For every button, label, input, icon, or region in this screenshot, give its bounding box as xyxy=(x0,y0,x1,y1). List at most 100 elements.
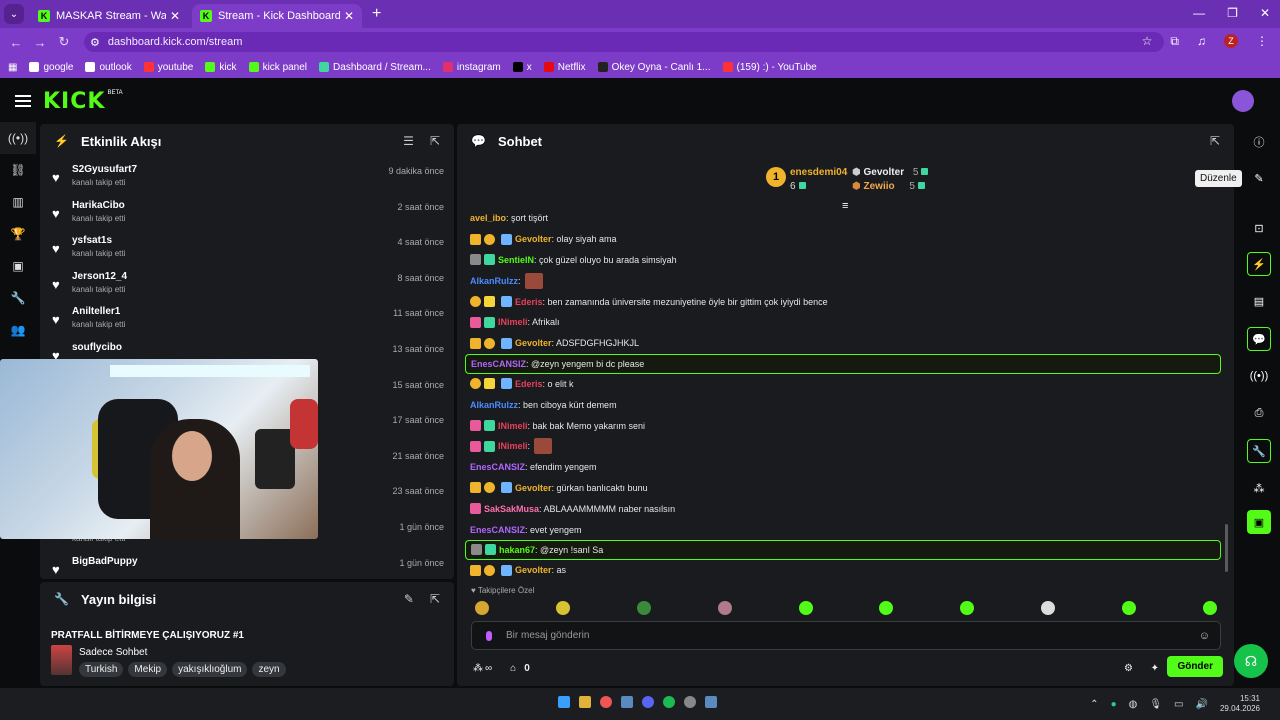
support-icon[interactable]: ☊ xyxy=(1234,644,1268,678)
bookmark-dashboard[interactable]: Dashboard / Stream... xyxy=(319,62,431,73)
chat-username[interactable]: Gevolter xyxy=(515,565,552,575)
follower-name[interactable]: Anilteller1 xyxy=(72,306,120,317)
emote-button[interactable] xyxy=(960,601,975,615)
minimize-icon[interactable]: — xyxy=(1193,6,1205,20)
gift-badge-icon[interactable] xyxy=(501,482,512,494)
chat-username[interactable]: EnesCANSIZ xyxy=(470,462,525,472)
settings-icon[interactable]: ⚙ xyxy=(1124,663,1133,674)
analytics-icon[interactable]: ▥ xyxy=(0,186,36,218)
chat-username[interactable]: INimeli xyxy=(498,441,528,451)
chat-username[interactable]: avel_ibo xyxy=(470,213,506,223)
emote-button[interactable] xyxy=(636,601,651,615)
emoji-icon[interactable]: ☺ xyxy=(1199,630,1210,642)
close-icon[interactable]: ✕ xyxy=(170,9,180,23)
stream-icon[interactable]: ((•)) xyxy=(0,122,36,154)
emote-button[interactable] xyxy=(1122,601,1136,615)
mic-icon[interactable] xyxy=(486,630,492,641)
edit-icon[interactable]: ✎ xyxy=(404,592,414,606)
activity-item[interactable]: ♥ Jerson12_4 kanalı takip etti 8 saat önce xyxy=(40,265,454,301)
clock[interactable]: 15:31 29.04.2026 xyxy=(1220,694,1260,714)
gift-settings-icon[interactable]: ✦ xyxy=(1151,663,1159,674)
crown-badge-icon[interactable] xyxy=(470,337,481,349)
url-field[interactable]: ⚙ dashboard.kick.com/stream xyxy=(84,32,1164,52)
cat-badge-icon[interactable] xyxy=(471,544,482,556)
grn-badge-icon[interactable] xyxy=(484,440,495,452)
browser-tab-2[interactable]: K Stream - Kick Dashboard ✕ xyxy=(192,4,362,28)
volume-icon[interactable]: 🔊 xyxy=(1196,699,1208,710)
follower-name[interactable]: Jerson12_4 xyxy=(72,271,127,282)
new-tab-button[interactable]: + xyxy=(372,5,381,23)
apps-icon[interactable]: ▦ xyxy=(8,62,17,73)
yel-badge-icon[interactable] xyxy=(484,378,495,390)
bookmark-kick[interactable]: kick xyxy=(205,62,237,73)
video-icon[interactable]: ▣ xyxy=(0,250,36,282)
restore-icon[interactable]: ❐ xyxy=(1227,6,1238,20)
print-icon[interactable]: ⎙ xyxy=(1247,401,1271,425)
send-button[interactable]: Gönder xyxy=(1167,656,1223,677)
user-avatar[interactable] xyxy=(1232,90,1254,112)
one-badge-icon[interactable] xyxy=(484,564,495,576)
one-badge-icon[interactable] xyxy=(470,296,481,308)
chrome-icon[interactable] xyxy=(600,696,612,708)
chat-username[interactable]: Gevolter xyxy=(515,234,552,244)
steam-icon[interactable] xyxy=(621,696,633,708)
info-icon[interactable]: ⓘ xyxy=(1247,130,1271,154)
broadcast-icon[interactable]: ((•)) xyxy=(1247,364,1271,388)
close-window-icon[interactable]: ✕ xyxy=(1260,6,1270,20)
store-icon[interactable]: ⌂ xyxy=(510,663,516,674)
network-icon[interactable]: ▭ xyxy=(1174,699,1183,710)
tray-app-icon[interactable]: ● xyxy=(1111,699,1117,710)
gift-badge-icon[interactable] xyxy=(501,296,512,308)
grn-badge-icon[interactable] xyxy=(484,420,495,432)
close-icon[interactable]: ✕ xyxy=(344,9,354,23)
crown-badge-icon[interactable] xyxy=(470,482,481,494)
emote-button[interactable] xyxy=(879,601,894,615)
crown-badge-icon[interactable] xyxy=(470,233,481,245)
top-gifter-3[interactable]: ⬢ Zewiio 5 xyxy=(852,180,928,194)
chat-username[interactable]: AlkanRulzz xyxy=(470,276,518,286)
back-icon[interactable]: ← xyxy=(4,35,28,50)
popout-icon[interactable]: ⇱ xyxy=(430,592,440,606)
gift-badge-icon[interactable] xyxy=(501,233,512,245)
profile-avatar[interactable]: Z xyxy=(1224,34,1238,48)
activity-item[interactable]: ♥ ysfsat1s kanalı takip etti 4 saat önce xyxy=(40,229,454,265)
tray-app-icon[interactable]: ◍ xyxy=(1129,699,1138,710)
activity-item[interactable]: ♥ S2Gyusufart7 kanalı takip etti 9 dakika ö… xyxy=(40,158,454,194)
file-explorer-icon[interactable] xyxy=(579,696,591,708)
reload-icon[interactable]: ↻ xyxy=(52,34,76,50)
chat-username[interactable]: INimeli xyxy=(498,317,528,327)
edit-icon[interactable]: ✎ xyxy=(1247,166,1271,190)
cat-badge-icon[interactable] xyxy=(470,254,481,266)
bookmark-youtube-2[interactable]: (159) :) - YouTube xyxy=(722,62,817,73)
bookmark-x[interactable]: x xyxy=(512,62,532,73)
chat-username[interactable]: INimeli xyxy=(498,421,528,431)
channel-points-icon[interactable]: ⁂ xyxy=(473,663,483,674)
link-icon[interactable]: ⛓ xyxy=(0,154,36,186)
bookmark-google[interactable]: google xyxy=(29,62,73,73)
pink-badge-icon[interactable] xyxy=(470,316,481,328)
media-icon[interactable]: ♫ xyxy=(1197,34,1206,49)
follower-name[interactable]: HarikaCibo xyxy=(72,200,125,211)
wrench-icon[interactable]: 🔧 xyxy=(0,282,36,314)
emote-button[interactable] xyxy=(798,601,813,615)
chat-username[interactable]: Gevolter xyxy=(515,338,552,348)
gift-badge-icon[interactable] xyxy=(501,337,512,349)
bookmark-netflix[interactable]: Netflix xyxy=(543,62,586,73)
chat-message-input[interactable]: Bir mesaj gönderin ☺ xyxy=(471,621,1221,650)
activity-item[interactable]: ♥ HarikaCibo kanalı takip etti 2 saat önce xyxy=(40,194,454,230)
pink-badge-icon[interactable] xyxy=(470,503,481,515)
community-icon[interactable]: ⁂ xyxy=(1247,476,1271,500)
chat-username[interactable]: EnesCANSIZ xyxy=(470,525,525,535)
bookmark-youtube[interactable]: youtube xyxy=(143,62,193,73)
capture-icon[interactable]: ⊡ xyxy=(1247,216,1271,240)
emote-button[interactable] xyxy=(1202,601,1217,615)
one-badge-icon[interactable] xyxy=(484,233,495,245)
follower-name[interactable]: souflycibo xyxy=(72,342,122,353)
discord-icon[interactable] xyxy=(642,696,654,708)
chat-username[interactable]: EnesCANSIZ xyxy=(471,359,526,369)
follower-name[interactable]: S2Gyusufart7 xyxy=(72,164,137,175)
top-gifter-2[interactable]: ⬢ Gevolter 5 xyxy=(852,166,929,180)
chat-username[interactable]: hakan67 xyxy=(499,545,535,555)
gift-badge-icon[interactable] xyxy=(501,564,512,576)
gift-badge-icon[interactable] xyxy=(501,378,512,390)
